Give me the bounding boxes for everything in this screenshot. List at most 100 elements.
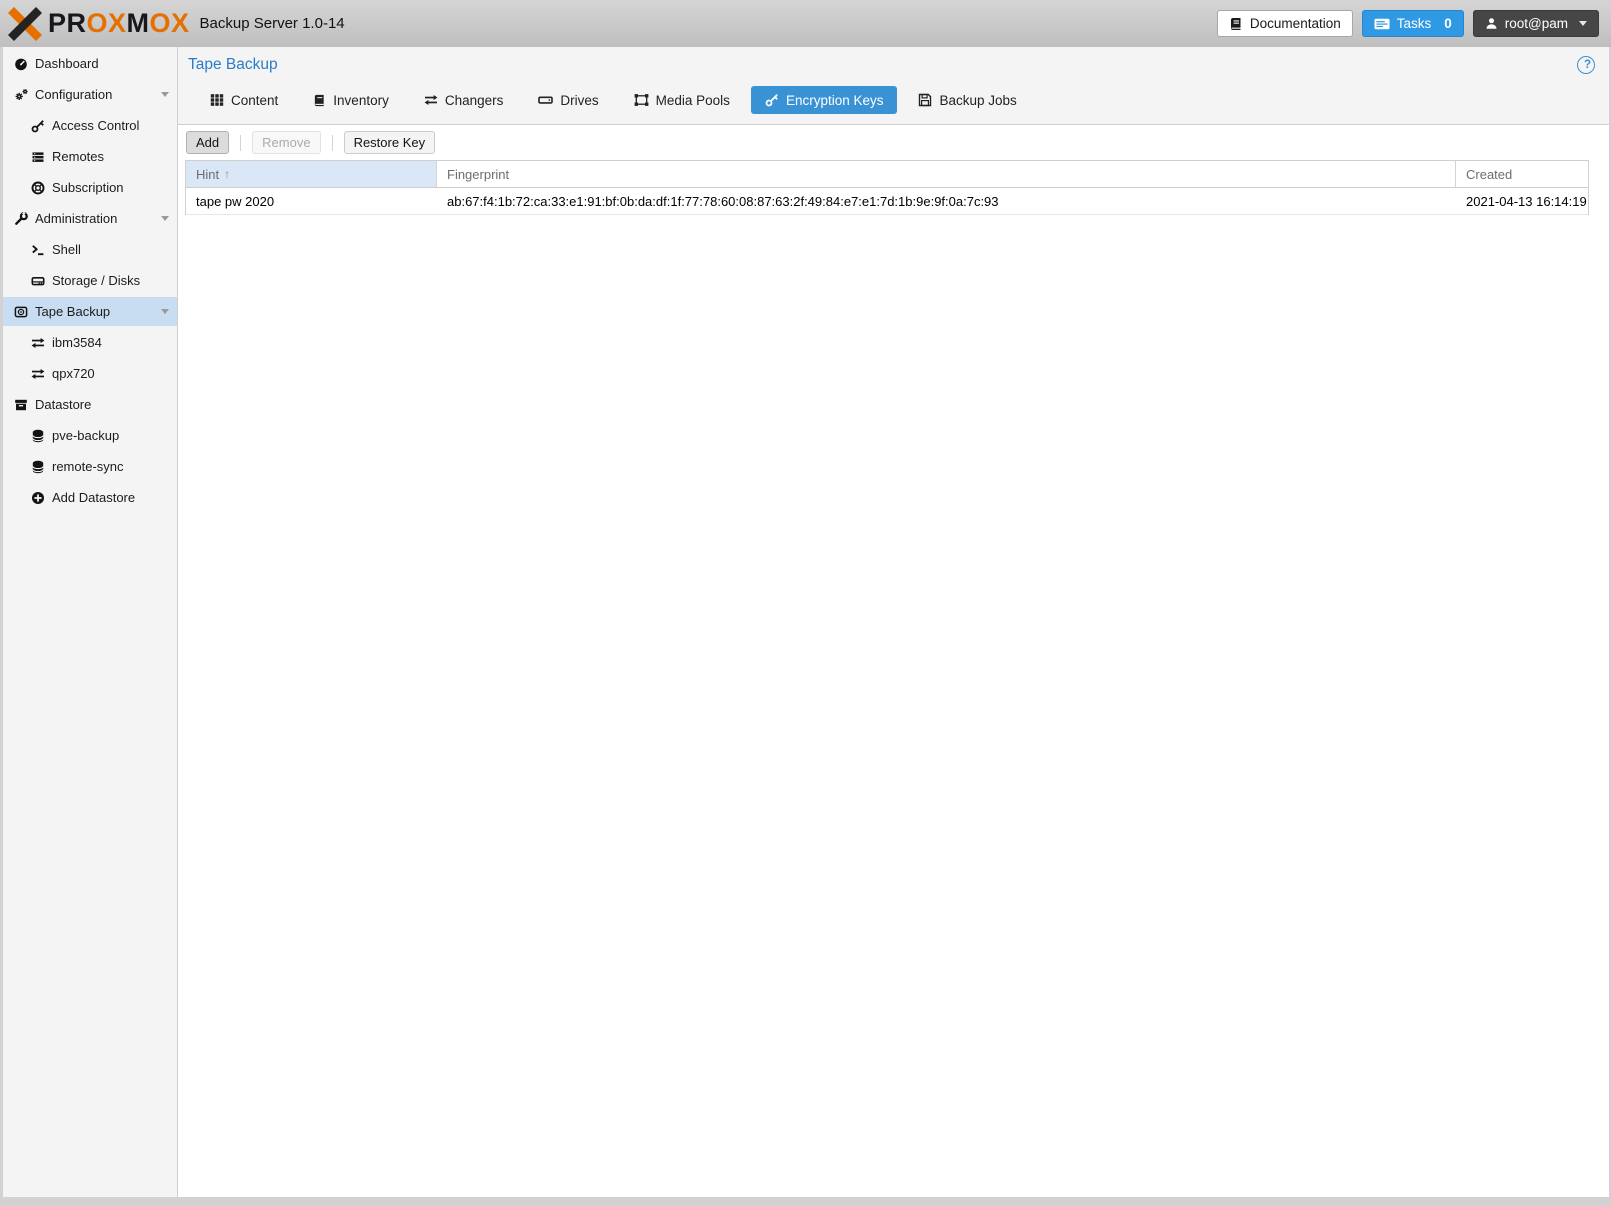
sidebar-item-label: Remotes <box>52 149 104 164</box>
toolbar-separator <box>240 135 241 151</box>
cell-hint: tape pw 2020 <box>186 188 437 214</box>
plus-circle-icon <box>30 491 46 505</box>
sidebar-item-ibm3584[interactable]: ibm3584 <box>3 328 177 357</box>
sidebar-item-label: Administration <box>35 211 117 226</box>
object-group-icon <box>634 93 649 107</box>
tab-label: Inventory <box>333 93 389 108</box>
sidebar-item-label: Add Datastore <box>52 490 135 505</box>
dashboard-icon <box>13 57 29 71</box>
restore-key-button[interactable]: Restore Key <box>344 131 436 154</box>
column-header-created[interactable]: Created <box>1456 161 1588 187</box>
sidebar-item-label: Storage / Disks <box>52 273 140 288</box>
archive-box-icon <box>13 398 29 412</box>
tab-drives[interactable]: Drives <box>524 86 612 114</box>
hdd-icon <box>30 274 46 288</box>
tab-encryption-keys[interactable]: Encryption Keys <box>751 86 898 114</box>
sidebar-item-label: Shell <box>52 242 81 257</box>
documentation-label: Documentation <box>1250 16 1341 31</box>
sidebar-item-label: Access Control <box>52 118 139 133</box>
cell-created: 2021-04-13 16:14:19 <box>1456 188 1588 214</box>
sidebar-item-qpx720[interactable]: qpx720 <box>3 359 177 388</box>
sidebar-item-storage-disks[interactable]: Storage / Disks <box>3 266 177 295</box>
sidebar-item-administration[interactable]: Administration <box>3 204 177 233</box>
tab-media-pools[interactable]: Media Pools <box>620 86 744 114</box>
toolbar: Add Remove Restore Key <box>178 124 1609 160</box>
grid-icon <box>210 93 224 107</box>
tasks-label: Tasks <box>1397 16 1432 31</box>
sidebar-item-shell[interactable]: Shell <box>3 235 177 264</box>
terminal-icon <box>30 243 46 257</box>
drive-icon <box>538 93 553 107</box>
tasks-count-badge: 0 <box>1444 16 1452 31</box>
life-ring-icon <box>30 181 46 195</box>
proxmox-wordmark: PROXMOX <box>48 10 190 37</box>
proxmox-x-mark-icon <box>8 7 42 41</box>
exchange-arrows-icon <box>30 336 46 350</box>
tab-label: Drives <box>560 93 598 108</box>
sidebar-item-access-control[interactable]: Access Control <box>3 111 177 140</box>
sidebar-item-subscription[interactable]: Subscription <box>3 173 177 202</box>
page-title: Tape Backup <box>188 56 278 74</box>
sidebar-item-label: Subscription <box>52 180 124 195</box>
sidebar-item-label: pve-backup <box>52 428 119 443</box>
sidebar-item-datastore[interactable]: Datastore <box>3 390 177 419</box>
sidebar-item-dashboard[interactable]: Dashboard <box>3 49 177 78</box>
tab-inventory[interactable]: Inventory <box>299 86 403 114</box>
collapse-caret-icon[interactable] <box>161 92 169 97</box>
sort-ascending-icon: ↑ <box>224 167 230 181</box>
encryption-keys-grid: Hint ↑ Fingerprint Created tape pw 2020 … <box>185 160 1589 215</box>
exchange-arrows-icon <box>30 367 46 381</box>
grid-header: Hint ↑ Fingerprint Created <box>186 161 1588 188</box>
collapse-caret-icon[interactable] <box>161 216 169 221</box>
chevron-down-icon <box>1579 21 1587 26</box>
exchange-arrows-icon <box>424 93 438 107</box>
tab-label: Changers <box>445 93 504 108</box>
database-icon <box>30 460 46 474</box>
remove-button[interactable]: Remove <box>252 131 320 154</box>
sidebar-item-label: Tape Backup <box>35 304 110 319</box>
user-label: root@pam <box>1505 16 1568 31</box>
key-icon <box>30 119 46 133</box>
floppy-icon <box>918 93 932 107</box>
sidebar-item-configuration[interactable]: Configuration <box>3 80 177 109</box>
sidebar-item-add-datastore[interactable]: Add Datastore <box>3 483 177 512</box>
column-header-hint[interactable]: Hint ↑ <box>186 161 437 187</box>
product-name: Backup Server 1.0-14 <box>200 15 345 32</box>
book-icon <box>313 94 326 107</box>
documentation-button[interactable]: Documentation <box>1217 10 1353 37</box>
collapse-caret-icon[interactable] <box>161 309 169 314</box>
tab-changers[interactable]: Changers <box>410 86 518 114</box>
topbar-actions: Documentation Tasks 0 root@pam <box>1217 10 1599 37</box>
column-header-fingerprint[interactable]: Fingerprint <box>437 161 1456 187</box>
wrench-icon <box>13 212 29 226</box>
tab-label: Backup Jobs <box>939 93 1016 108</box>
sidebar-item-tape-backup[interactable]: Tape Backup <box>3 297 177 326</box>
add-button[interactable]: Add <box>186 131 229 154</box>
book-icon <box>1229 17 1243 31</box>
cell-fingerprint: ab:67:f4:1b:72:ca:33:e1:91:bf:0b:da:df:1… <box>437 188 1456 214</box>
tab-label: Encryption Keys <box>786 93 884 108</box>
tasks-button[interactable]: Tasks 0 <box>1362 10 1464 37</box>
help-button[interactable]: ? <box>1577 56 1595 74</box>
sidebar-item-pve-backup[interactable]: pve-backup <box>3 421 177 450</box>
sidebar-item-remote-sync[interactable]: remote-sync <box>3 452 177 481</box>
user-icon <box>1485 17 1498 30</box>
tab-content[interactable]: Content <box>196 86 292 114</box>
sidebar-item-label: Datastore <box>35 397 91 412</box>
key-icon <box>765 93 779 107</box>
database-icon <box>30 429 46 443</box>
sidebar-item-remotes[interactable]: Remotes <box>3 142 177 171</box>
grid-empty-area <box>178 215 1609 1197</box>
gears-icon <box>13 88 29 102</box>
toolbar-separator <box>332 135 333 151</box>
app-body: Dashboard <box>3 47 1609 1197</box>
sidebar: Dashboard <box>3 47 178 1197</box>
tab-backup-jobs[interactable]: Backup Jobs <box>904 86 1030 114</box>
table-row[interactable]: tape pw 2020 ab:67:f4:1b:72:ca:33:e1:91:… <box>186 188 1588 215</box>
task-list-icon <box>1374 17 1390 31</box>
proxmox-logo: PROXMOX <box>8 7 190 41</box>
topbar: PROXMOX Backup Server 1.0-14 Documentati… <box>0 0 1611 47</box>
sidebar-item-label: qpx720 <box>52 366 95 381</box>
user-menu-button[interactable]: root@pam <box>1473 10 1599 37</box>
sidebar-item-label: Configuration <box>35 87 112 102</box>
